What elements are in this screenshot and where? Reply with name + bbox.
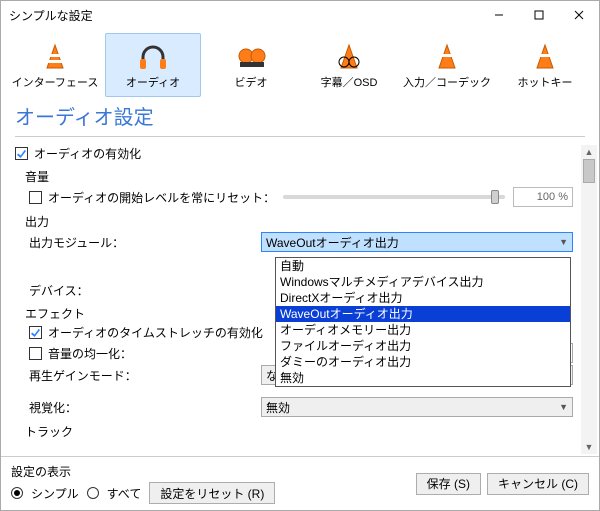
chevron-down-icon: ▼ [559,402,568,412]
tab-label: オーディオ [126,74,180,90]
dropdown-option[interactable]: DirectXオーディオ出力 [276,290,570,306]
device-label: デバイス： [29,282,261,299]
normalize-label: 音量の均一化： [48,345,266,362]
footer-bar: 設定の表示 シンプル すべて 設定をリセット (R) 保存 (S) キャンセル … [1,456,599,510]
radio-simple[interactable] [11,487,23,499]
close-button[interactable] [559,1,599,29]
tab-audio[interactable]: オーディオ [105,33,201,97]
visualization-label: 視覚化： [29,399,261,416]
dropdown-option[interactable]: ダミーのオーディオ出力 [276,354,570,370]
settings-window: シンプルな設定 インターフェース オーディオ ビデオ 字幕／OSD [0,0,600,511]
tab-video[interactable]: ビデオ [203,33,299,97]
film-icon [234,40,268,74]
headphones-icon [136,40,170,74]
cone-icon [430,40,464,74]
minimize-button[interactable] [479,1,519,29]
dropdown-option[interactable]: ファイルオーディオ出力 [276,338,570,354]
visualization-combo[interactable]: 無効 ▼ [261,397,573,417]
category-tabstrip: インターフェース オーディオ ビデオ 字幕／OSD 入力／コーデック ホットキー [1,29,599,97]
page-title: オーディオ設定 [1,97,599,132]
visualization-value: 無効 [266,399,290,416]
volume-slider[interactable] [283,195,505,199]
output-module-combo[interactable]: WaveOutオーディオ出力 ▼ [261,232,573,252]
dropdown-option-selected[interactable]: WaveOutオーディオ出力 [276,306,570,322]
track-section-label: トラック [25,423,573,440]
output-module-label: 出力モジュール： [29,234,261,251]
titlebar: シンプルな設定 [1,1,599,29]
reset-volume-checkbox[interactable] [29,191,42,204]
volume-section-label: 音量 [25,168,573,185]
cone-icon [38,40,72,74]
settings-scrollpane: ▲ ▼ オーディオの有効化 音量 オーディオの開始レベルを常にリセット： 100… [1,143,599,456]
reset-volume-row: オーディオの開始レベルを常にリセット： 100 % [29,187,573,207]
dropdown-option[interactable]: 無効 [276,370,570,386]
timestretch-label: オーディオのタイムストレッチの有効化 [48,324,263,341]
tab-label: 入力／コーデック [403,74,491,90]
reset-volume-label: オーディオの開始レベルを常にリセット： [48,189,275,206]
tab-input-codecs[interactable]: 入力／コーデック [399,33,495,97]
output-module-dropdown[interactable]: 自動 Windowsマルチメディアデバイス出力 DirectXオーディオ出力 W… [275,257,571,387]
dropdown-option[interactable]: Windowsマルチメディアデバイス出力 [276,274,570,290]
gain-mode-label: 再生ゲインモード： [29,367,261,384]
tab-interface[interactable]: インターフェース [7,33,103,97]
cancel-button[interactable]: キャンセル (C) [487,473,589,495]
enable-audio-checkbox[interactable] [15,147,28,160]
volume-percent-box: 100 % [513,187,573,207]
save-button[interactable]: 保存 (S) [416,473,481,495]
reset-settings-button[interactable]: 設定をリセット (R) [149,482,275,504]
glasses-icon [332,40,366,74]
timestretch-checkbox[interactable] [29,326,42,339]
normalize-checkbox[interactable] [29,347,42,360]
radio-all-row[interactable]: すべて [87,485,142,502]
slider-knob[interactable] [491,190,499,204]
tab-label: 字幕／OSD [321,74,378,90]
divider [15,136,585,137]
output-module-value: WaveOutオーディオ出力 [266,234,399,251]
enable-audio-row: オーディオの有効化 [15,145,573,162]
tab-hotkeys[interactable]: ホットキー [497,33,593,97]
enable-audio-label: オーディオの有効化 [34,145,141,162]
dropdown-option[interactable]: 自動 [276,258,570,274]
tab-subtitles[interactable]: 字幕／OSD [301,33,397,97]
show-settings-label: 設定の表示 [11,463,275,480]
maximize-button[interactable] [519,1,559,29]
tab-label: インターフェース [12,74,99,90]
cone-icon [528,40,562,74]
dropdown-option[interactable]: オーディオメモリー出力 [276,322,570,338]
window-title: シンプルな設定 [9,7,479,24]
tab-label: ビデオ [235,74,268,90]
output-section-label: 出力 [25,213,573,230]
chevron-down-icon: ▼ [559,237,568,247]
radio-simple-row[interactable]: シンプル [11,485,79,502]
tab-label: ホットキー [518,74,573,90]
radio-all[interactable] [87,487,99,499]
